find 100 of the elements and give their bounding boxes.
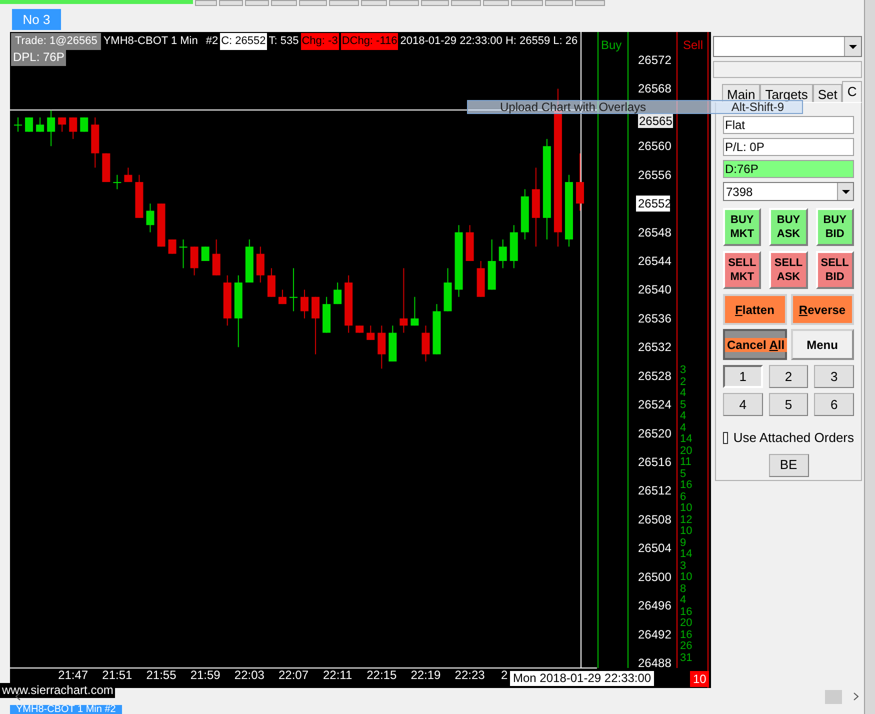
candlestick: [223, 274, 232, 326]
time-label: 21:55: [146, 668, 176, 682]
volume-number: 10: [680, 503, 692, 514]
bar-info: 2018-01-29 22:33:00 H: 26559 L: 26: [400, 34, 578, 49]
checkbox[interactable]: [723, 432, 728, 444]
candlestick: [190, 246, 198, 276]
bar-count-badge: 10: [690, 671, 710, 687]
candlestick: [267, 268, 276, 298]
candlestick: [80, 116, 88, 132]
price-label: 26488: [638, 656, 672, 670]
candlestick: [312, 296, 320, 355]
volume-number: 5: [680, 400, 686, 410]
candlestick: [157, 203, 166, 248]
toolbar-button[interactable]: [451, 0, 481, 6]
price-label: 26540: [638, 282, 672, 297]
toolbar-button[interactable]: [511, 0, 543, 6]
volume-number: 11: [680, 457, 692, 468]
candlestick: [476, 260, 485, 298]
change-value: Chg: -3: [300, 33, 339, 50]
candlestick: [400, 268, 408, 334]
tick-count: T: 535: [268, 34, 299, 49]
toolbar-button[interactable]: [545, 0, 573, 6]
position-field: Flat: [723, 116, 854, 134]
sell-button[interactable]: SELL BID: [816, 251, 854, 289]
panel-tab[interactable]: C: [842, 81, 862, 102]
quantity-preset-button[interactable]: 6: [814, 393, 854, 416]
breakeven-button[interactable]: BE: [768, 454, 808, 476]
candlestick: [432, 304, 441, 355]
candlestick: [25, 116, 34, 132]
price-label: 26496: [638, 598, 672, 613]
time-label: 2: [501, 668, 508, 682]
action-button[interactable]: Menu: [790, 329, 854, 360]
candlestick: [466, 224, 474, 262]
candlestick: [124, 167, 132, 183]
price-label: 26528: [638, 368, 672, 383]
toolbar-button[interactable]: [483, 0, 509, 6]
candlestick: [378, 325, 386, 370]
time-label: 22:15: [366, 668, 397, 682]
time-label: 22:19: [410, 668, 441, 682]
candlestick: [212, 238, 220, 276]
toolbar-button[interactable]: [195, 0, 217, 6]
candlestick: [498, 238, 507, 269]
toolbar-button[interactable]: [421, 0, 449, 6]
daily-change-value: DChg: -116: [340, 33, 398, 50]
candlestick: [410, 296, 419, 326]
candlestick: [510, 224, 518, 269]
toolbar-button[interactable]: [245, 0, 269, 6]
volume-number: 10: [680, 526, 692, 537]
candlestick: [520, 188, 529, 240]
candlestick: [300, 289, 308, 319]
candlestick: [102, 152, 110, 183]
time-label: 22:07: [278, 668, 308, 682]
buy-button[interactable]: BUY BID: [816, 208, 854, 246]
daily-profit-field: D:76P: [723, 160, 854, 178]
toolbar-button[interactable]: [361, 0, 387, 6]
panel-tab[interactable]: Set: [812, 84, 842, 102]
action-button[interactable]: Reverse: [790, 294, 854, 325]
vertical-scrollbar[interactable]: [864, 0, 875, 714]
volume-number: 16: [680, 480, 692, 491]
buy-button[interactable]: BUY ASK: [769, 208, 808, 246]
volume-number: 9: [680, 538, 686, 548]
volume-number: 14: [680, 434, 692, 445]
volume-number: 20: [680, 446, 692, 456]
volume-number: 31: [680, 652, 692, 664]
candlestick: [135, 174, 144, 218]
candlestick: [146, 203, 154, 233]
toolbar-button[interactable]: [219, 0, 243, 6]
sell-button[interactable]: SELL ASK: [769, 251, 808, 289]
candlestick: [278, 289, 286, 305]
price-label: 26544: [638, 254, 672, 268]
buy-column-label: Buy: [601, 37, 622, 54]
quantity-preset-button[interactable]: 2: [768, 365, 808, 388]
candlestick: [179, 238, 188, 269]
quantity-preset-button[interactable]: 4: [723, 393, 763, 416]
candlestick: [388, 325, 397, 362]
candlestick: [334, 282, 342, 305]
toolbar-button[interactable]: [329, 0, 359, 6]
candlestick: [290, 268, 298, 312]
toolbar-button[interactable]: [389, 0, 419, 6]
price-label: 26508: [638, 512, 672, 526]
buy-button[interactable]: BUY MKT: [723, 208, 762, 246]
toolbar-button[interactable]: [299, 0, 327, 6]
price-label: 26560: [638, 139, 672, 154]
toolbar-button[interactable]: [575, 0, 605, 6]
price-label: 26548: [638, 225, 672, 240]
sell-button[interactable]: SELL MKT: [723, 251, 762, 289]
action-button[interactable]: Cancel All: [723, 329, 786, 360]
scrollbar-thumb[interactable]: [825, 690, 842, 704]
volume-number: 4: [680, 595, 686, 606]
action-button[interactable]: Flatten: [723, 294, 786, 325]
price-label: 26492: [638, 627, 672, 642]
quantity-preset-button[interactable]: 3: [814, 365, 854, 388]
toolbar-button[interactable]: [271, 0, 297, 6]
price-label: 26568: [638, 82, 672, 96]
quantity-preset-button[interactable]: 1: [723, 365, 763, 388]
panel-tab[interactable]: Targets: [760, 84, 813, 102]
quantity-preset-button[interactable]: 5: [768, 393, 808, 416]
symbol-dropdown[interactable]: [713, 36, 862, 57]
quantity-dropdown[interactable]: 7398: [723, 182, 854, 201]
chart-number: #2: [206, 34, 218, 49]
